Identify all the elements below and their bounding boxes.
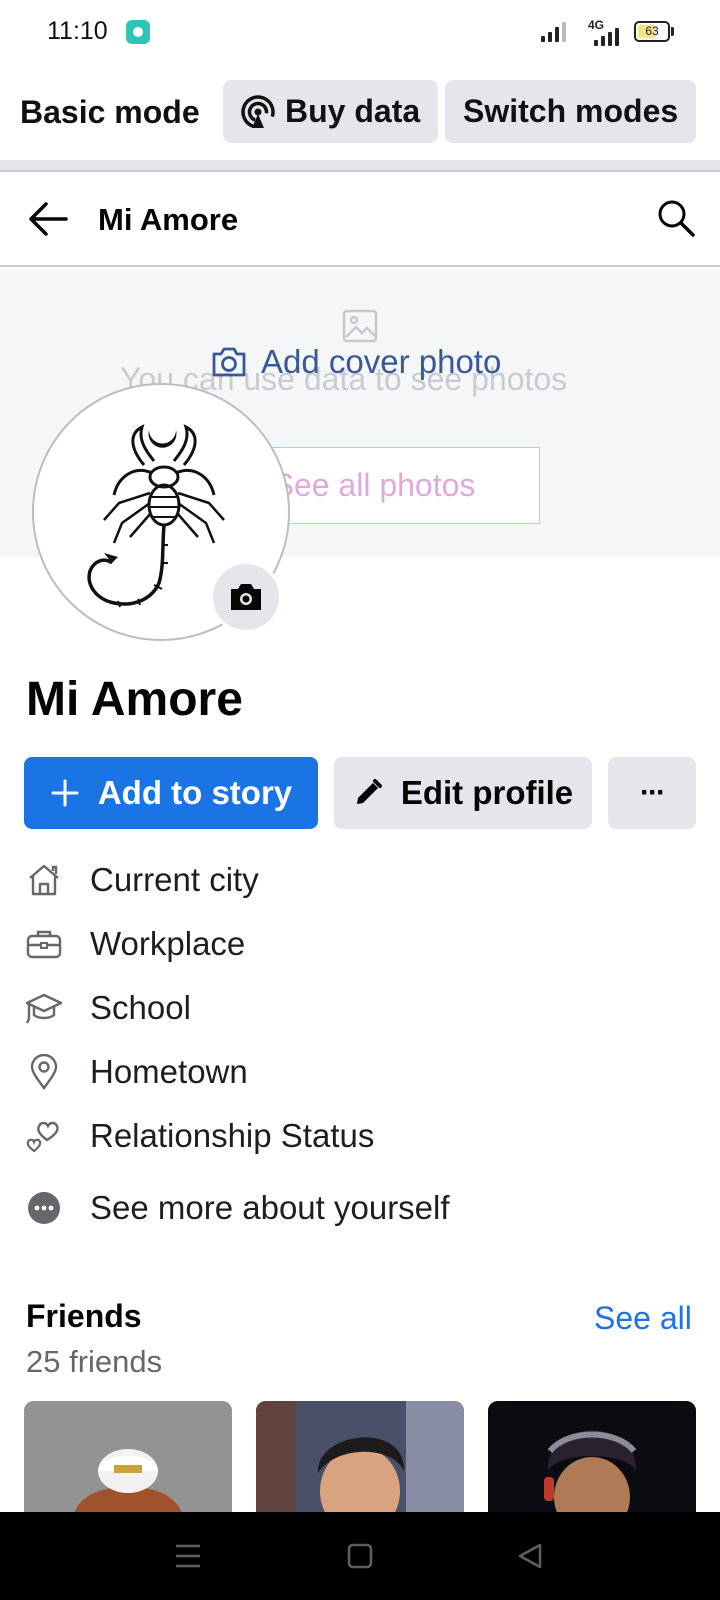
app-notification-icon bbox=[126, 20, 150, 44]
menu-icon[interactable] bbox=[168, 1536, 208, 1576]
friend-photo[interactable] bbox=[488, 1401, 696, 1513]
buy-data-label: Buy data bbox=[285, 93, 421, 129]
home-icon bbox=[24, 860, 64, 900]
battery-level: 63 bbox=[645, 24, 659, 38]
detail-school[interactable]: School bbox=[0, 980, 720, 1036]
plus-icon bbox=[50, 778, 80, 808]
broadcast-icon bbox=[241, 94, 275, 129]
home-button-icon[interactable] bbox=[340, 1536, 380, 1576]
profile-header: Mi Amore bbox=[0, 172, 720, 267]
friend-thumbnail bbox=[488, 1401, 696, 1513]
friend-thumbnail bbox=[256, 1401, 464, 1513]
see-all-photos-label: See all photos bbox=[272, 467, 476, 503]
detail-label: Current city bbox=[90, 861, 259, 898]
edit-profile-button[interactable]: Edit profile bbox=[334, 757, 592, 829]
detail-label: Hometown bbox=[90, 1053, 248, 1090]
friends-count: 25 friends bbox=[26, 1344, 163, 1379]
add-to-story-label: Add to story bbox=[97, 774, 293, 811]
image-placeholder-icon bbox=[342, 309, 378, 343]
signal-strength-icon bbox=[541, 20, 566, 42]
add-cover-photo-button[interactable]: Add cover photo bbox=[211, 343, 501, 381]
system-navigation-bar bbox=[0, 1512, 720, 1600]
more-options-button[interactable]: ··· bbox=[608, 757, 696, 829]
add-to-story-button[interactable]: Add to story bbox=[24, 757, 318, 829]
friend-photo[interactable] bbox=[256, 1401, 464, 1513]
page-title: Mi Amore bbox=[98, 202, 239, 237]
detail-relationship-status[interactable]: Relationship Status bbox=[0, 1108, 720, 1164]
back-triangle-icon[interactable] bbox=[510, 1536, 550, 1576]
buy-data-button[interactable]: Buy data bbox=[223, 80, 439, 143]
signal-strength-2-icon bbox=[594, 24, 619, 46]
briefcase-icon bbox=[24, 924, 64, 964]
location-pin-icon bbox=[24, 1052, 64, 1092]
profile-name: Mi Amore bbox=[26, 673, 243, 726]
status-bar: 11:10 4G 63 bbox=[0, 0, 720, 64]
detail-current-city[interactable]: Current city bbox=[0, 852, 720, 908]
camera-icon bbox=[231, 584, 261, 610]
mode-bar: Basic mode Buy data Switch modes bbox=[0, 64, 720, 160]
edit-profile-label: Edit profile bbox=[400, 774, 574, 811]
detail-hometown[interactable]: Hometown bbox=[0, 1044, 720, 1100]
battery-icon: 63 bbox=[634, 21, 670, 42]
status-time: 11:10 bbox=[47, 17, 108, 45]
friend-photo[interactable] bbox=[24, 1401, 232, 1513]
detail-workplace[interactable]: Workplace bbox=[0, 916, 720, 972]
detail-label: See more about yourself bbox=[90, 1189, 450, 1226]
pencil-icon bbox=[353, 778, 383, 808]
friend-thumbnail bbox=[24, 1401, 232, 1513]
divider bbox=[0, 160, 720, 172]
change-profile-picture-button[interactable] bbox=[210, 561, 282, 633]
more-circle-icon bbox=[24, 1188, 64, 1228]
hearts-icon bbox=[24, 1116, 64, 1156]
detail-label: School bbox=[90, 989, 191, 1026]
detail-label: Workplace bbox=[90, 925, 246, 962]
see-all-friends-link[interactable]: See all bbox=[594, 1300, 692, 1337]
friends-section-title: Friends bbox=[26, 1298, 142, 1334]
switch-modes-label: Switch modes bbox=[463, 93, 679, 129]
switch-modes-button[interactable]: Switch modes bbox=[445, 80, 697, 143]
detail-see-more[interactable]: See more about yourself bbox=[0, 1180, 720, 1236]
graduation-cap-icon bbox=[24, 988, 64, 1028]
detail-label: Relationship Status bbox=[90, 1117, 375, 1154]
more-options-label: ··· bbox=[640, 776, 666, 809]
camera-outline-icon bbox=[211, 346, 247, 378]
search-icon[interactable] bbox=[656, 198, 696, 238]
back-arrow-icon[interactable] bbox=[26, 197, 70, 241]
mode-title: Basic mode bbox=[20, 94, 200, 130]
add-cover-photo-label: Add cover photo bbox=[261, 343, 502, 380]
